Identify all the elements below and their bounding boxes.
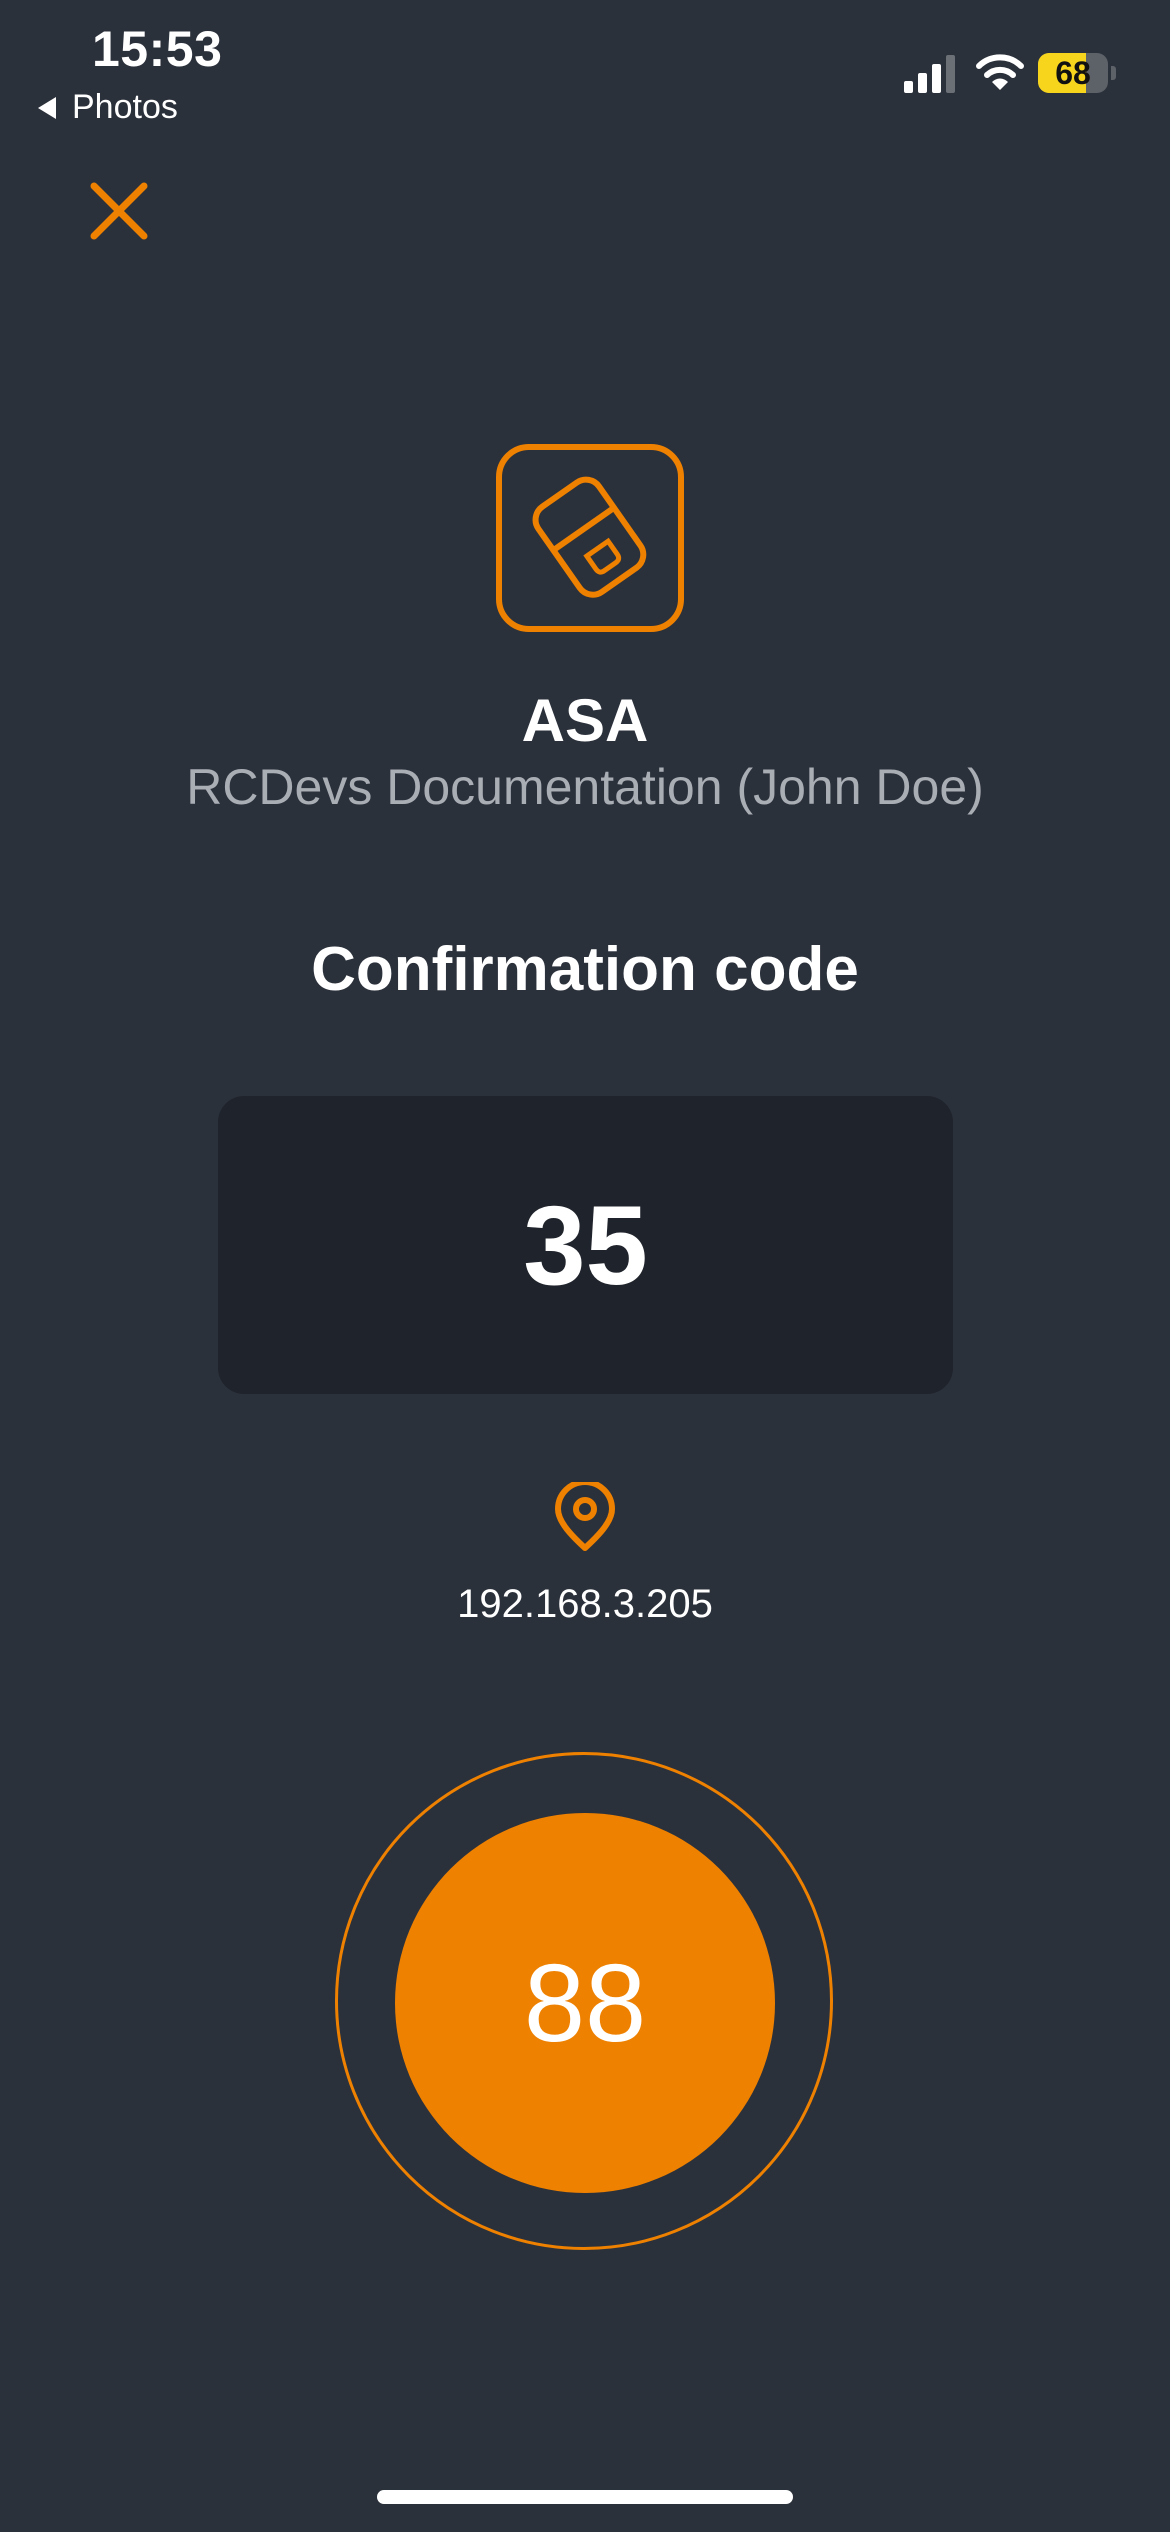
confirmation-code-box: 35 bbox=[218, 1096, 953, 1394]
timer-value: 88 bbox=[523, 1941, 647, 2065]
wifi-icon bbox=[976, 54, 1024, 90]
ip-address: 192.168.3.205 bbox=[457, 1582, 713, 1626]
status-time: 15:53 bbox=[92, 21, 223, 77]
close-button[interactable] bbox=[88, 180, 150, 242]
battery-indicator: 68 bbox=[1038, 53, 1108, 93]
close-icon bbox=[90, 182, 148, 240]
battery-level-text: 68 bbox=[1055, 54, 1091, 91]
back-to-photos-link[interactable]: Photos bbox=[36, 88, 178, 127]
app-name: ASA bbox=[521, 687, 649, 754]
timer-button[interactable]: 88 bbox=[395, 1813, 775, 2193]
battery-cap bbox=[1111, 66, 1116, 80]
security-key-icon bbox=[496, 444, 684, 632]
location-pin-icon bbox=[555, 1482, 615, 1551]
home-indicator[interactable] bbox=[377, 2490, 793, 2504]
app-subtitle: RCDevs Documentation (John Doe) bbox=[186, 759, 984, 815]
back-triangle-icon bbox=[38, 96, 56, 119]
back-link-label: Photos bbox=[72, 88, 178, 126]
confirmation-code: 35 bbox=[523, 1182, 648, 1308]
signal-bars-icon bbox=[904, 55, 955, 93]
confirmation-title: Confirmation code bbox=[311, 935, 859, 1004]
